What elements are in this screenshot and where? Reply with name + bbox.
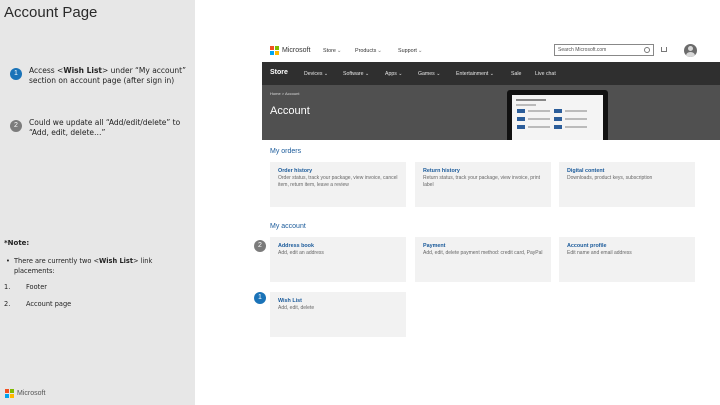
search-icon[interactable] bbox=[644, 47, 650, 53]
callout-badge-2: 2 bbox=[254, 240, 266, 252]
step-2-text: Could we update all “Add/edit/delete” to… bbox=[29, 118, 181, 137]
step-2-badge: 2 bbox=[10, 120, 22, 132]
card-description: Order status, track your package, view i… bbox=[278, 175, 398, 188]
card-description: Edit name and email address bbox=[567, 250, 632, 256]
microsoft-logo: Microsoft bbox=[5, 389, 45, 398]
store-nav-games[interactable]: Games ⌄ bbox=[418, 71, 441, 77]
note-bullet-cont: placements: bbox=[14, 267, 55, 275]
store-nav-label: Entertainment bbox=[456, 71, 489, 77]
card-description: Downloads, product keys, subscription bbox=[567, 175, 653, 181]
slide: Account Page 1 Access <Wish List> under … bbox=[0, 0, 720, 405]
store-nav-bar: Store Devices ⌄ Software ⌄ Apps ⌄ Games … bbox=[262, 62, 720, 85]
account-profile-card[interactable]: Account profile Edit name and email addr… bbox=[559, 237, 695, 282]
cart-icon[interactable] bbox=[661, 47, 667, 52]
top-nav-store[interactable]: Store⌄ bbox=[323, 48, 341, 54]
card-title[interactable]: Account profile bbox=[567, 243, 687, 249]
step-1-text-bold: Wish List bbox=[63, 66, 103, 75]
search-placeholder: Search Microsoft.com bbox=[558, 47, 607, 53]
store-label[interactable]: Store bbox=[270, 69, 288, 76]
store-nav-live-chat[interactable]: Live chat bbox=[535, 71, 556, 77]
address-book-card[interactable]: Address book Add, edit an address bbox=[270, 237, 406, 282]
account-hero: Home > Account Account bbox=[262, 85, 720, 140]
note-list-item: 1. Footer bbox=[4, 283, 47, 291]
page-title: Account bbox=[270, 105, 310, 117]
card-description: Return status, track your package, view … bbox=[423, 175, 540, 188]
chevron-down-icon: ⌄ bbox=[336, 48, 342, 54]
chevron-down-icon: ⌄ bbox=[398, 71, 403, 77]
chevron-down-icon: ⌄ bbox=[436, 71, 441, 77]
microsoft-logo-icon bbox=[270, 46, 279, 55]
my-orders-title: My orders bbox=[270, 148, 302, 155]
note-list-item: 2. Account page bbox=[4, 300, 71, 308]
search-input[interactable]: Search Microsoft.com bbox=[554, 44, 654, 56]
card-title[interactable]: Return history bbox=[423, 168, 543, 174]
top-nav-label: Store bbox=[323, 48, 336, 54]
card-description: Add, edit, delete bbox=[278, 305, 315, 311]
card-title[interactable]: Address book bbox=[278, 243, 398, 249]
note-bullet: • There are currently two <Wish List> lin… bbox=[6, 256, 186, 276]
step-1-text-before: Access < bbox=[29, 66, 64, 75]
microsoft-logo-icon bbox=[5, 389, 14, 398]
store-nav-label: Apps bbox=[385, 71, 397, 77]
my-account-title: My account bbox=[270, 223, 306, 230]
note-bullet-bold: Wish List bbox=[99, 257, 133, 265]
annotation-panel: Account Page 1 Access <Wish List> under … bbox=[0, 0, 195, 405]
card-title[interactable]: Payment bbox=[423, 243, 543, 249]
digital-content-card[interactable]: Digital content Downloads, product keys,… bbox=[559, 162, 695, 207]
note-title: *Note: bbox=[4, 239, 30, 247]
card-description: Add, edit an address bbox=[278, 250, 324, 256]
store-page: Microsoft Store⌄ Products⌄ Support⌄ Sear… bbox=[254, 40, 720, 405]
step-1-text: Access <Wish List> under “My account” se… bbox=[29, 66, 194, 86]
store-nav-software[interactable]: Software ⌄ bbox=[343, 71, 369, 77]
note-list-number: 1. bbox=[4, 283, 11, 291]
card-title[interactable]: Order history bbox=[278, 168, 398, 174]
note-bullet-before: There are currently two < bbox=[14, 257, 99, 265]
store-brand-text: Microsoft bbox=[282, 47, 311, 54]
order-history-card[interactable]: Order history Order status, track your p… bbox=[270, 162, 406, 207]
note-list-text: Account page bbox=[26, 300, 72, 308]
store-nav-apps[interactable]: Apps ⌄ bbox=[385, 71, 403, 77]
chevron-down-icon: ⌄ bbox=[323, 71, 329, 77]
store-nav-label: Software bbox=[343, 71, 364, 77]
chevron-down-icon: ⌄ bbox=[417, 48, 423, 54]
top-nav-support[interactable]: Support⌄ bbox=[398, 48, 422, 54]
breadcrumb[interactable]: Home > Account bbox=[270, 91, 299, 96]
chevron-down-icon: ⌄ bbox=[489, 71, 495, 77]
global-header: Microsoft Store⌄ Products⌄ Support⌄ Sear… bbox=[262, 40, 720, 62]
chevron-down-icon: ⌄ bbox=[364, 71, 370, 77]
card-title[interactable]: Digital content bbox=[567, 168, 687, 174]
wish-list-card[interactable]: Wish List Add, edit, delete bbox=[270, 292, 406, 337]
tablet-image bbox=[507, 90, 608, 140]
store-microsoft-logo[interactable]: Microsoft bbox=[270, 46, 310, 55]
store-nav-label: Games bbox=[418, 71, 435, 77]
top-nav-products[interactable]: Products⌄ bbox=[355, 48, 382, 54]
store-nav-entertainment[interactable]: Entertainment ⌄ bbox=[456, 71, 494, 77]
store-nav-devices[interactable]: Devices ⌄ bbox=[304, 71, 328, 77]
note-list-text: Footer bbox=[26, 283, 47, 291]
store-nav-label: Devices bbox=[304, 71, 323, 77]
callout-badge-1: 1 bbox=[254, 292, 266, 304]
card-title[interactable]: Wish List bbox=[278, 298, 398, 304]
card-description: Add, edit, delete payment method: credit… bbox=[423, 250, 543, 256]
step-2: 2 Could we update all “Add/edit/delete” … bbox=[10, 118, 194, 138]
bullet-dot-icon: • bbox=[6, 257, 10, 265]
step-1: 1 Access <Wish List> under “My account” … bbox=[10, 66, 194, 86]
chevron-down-icon: ⌄ bbox=[377, 48, 382, 54]
return-history-card[interactable]: Return history Return status, track your… bbox=[415, 162, 551, 207]
slide-title: Account Page bbox=[4, 4, 98, 21]
store-nav-sale[interactable]: Sale bbox=[511, 71, 521, 77]
top-nav-label: Products bbox=[355, 48, 377, 54]
tablet-screen bbox=[512, 95, 603, 140]
top-nav-label: Support bbox=[398, 48, 417, 54]
user-avatar-icon[interactable] bbox=[684, 44, 697, 57]
payment-card[interactable]: Payment Add, edit, delete payment method… bbox=[415, 237, 551, 282]
microsoft-logo-text: Microsoft bbox=[17, 390, 46, 397]
step-1-badge: 1 bbox=[10, 68, 22, 80]
note-bullet-after: > link bbox=[133, 257, 153, 265]
note-list-number: 2. bbox=[4, 300, 11, 308]
